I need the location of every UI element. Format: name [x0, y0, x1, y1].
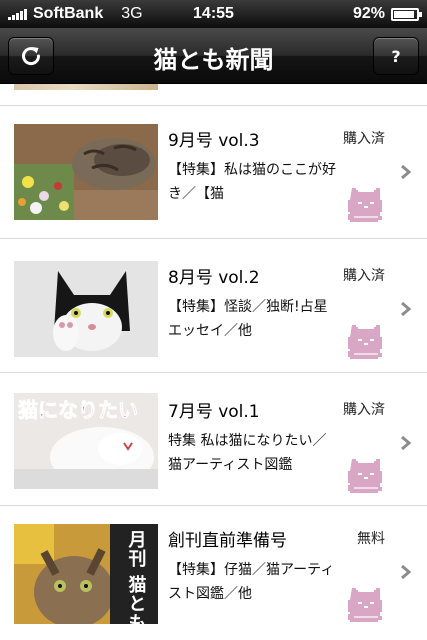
thumbnail-caption: 月刊 猫とも新 [126, 530, 148, 624]
refresh-icon [22, 47, 41, 66]
refresh-button[interactable] [8, 37, 54, 75]
issue-summary: 【特集】仔猫／猫アーティスト図鑑／他 [168, 562, 335, 602]
issue-thumbnail: 月刊 猫とも新 [14, 524, 158, 624]
thumbnail-caption: 猫になりたい [18, 398, 138, 422]
issue-row-vol2[interactable]: 8月号 vol.2 購入済 【特集】怪談／独断!占星エッセイ／他 [0, 239, 427, 371]
issue-summary: 特集 私は猫になりたい／猫アーティスト図鑑 [168, 433, 327, 473]
help-button[interactable]: ? [373, 37, 419, 75]
purchase-status: 無料 [357, 531, 385, 547]
cat-badge-icon [344, 182, 388, 226]
issue-row-vol3[interactable]: 9月号 vol.3 購入済 【特集】私は猫のここが好き／【猫 [0, 106, 427, 238]
purchase-status: 購入済 [343, 131, 385, 147]
cat-badge-icon [344, 319, 388, 363]
chevron-right-icon [401, 435, 412, 451]
battery-icon [391, 7, 422, 21]
issue-row-vol1[interactable]: 猫になりたい 7月号 vol.1 購入済 特集 私は猫になりたい／猫アーティスト… [0, 373, 427, 505]
cat-badge-icon [344, 582, 388, 626]
status-bar: SoftBank 3G 14:55 92% [0, 0, 427, 28]
issue-summary: 【特集】怪談／独断!占星エッセイ／他 [168, 299, 328, 339]
issue-title: 8月号 vol.2 [168, 268, 260, 288]
issue-list[interactable]: 9月号 vol.3 購入済 【特集】私は猫のここが好き／【猫 8月号 vol.2… [0, 84, 427, 640]
navigation-bar: 猫とも新聞 ? [0, 28, 427, 84]
issue-summary: 【特集】私は猫のここが好き／【猫 [168, 162, 336, 202]
battery-info: 92% [352, 5, 422, 23]
purchase-status: 購入済 [343, 402, 385, 418]
chevron-right-icon [401, 164, 412, 180]
chevron-right-icon [401, 301, 412, 317]
cat-badge-icon [344, 453, 388, 497]
issue-title: 9月号 vol.3 [168, 131, 260, 151]
page-title: 猫とも新聞 [153, 46, 274, 74]
issue-row-preview[interactable]: 月刊 猫とも新 創刊直前準備号 無料 【特集】仔猫／猫アーティスト図鑑／他 [0, 506, 427, 638]
purchase-status: 購入済 [343, 268, 385, 284]
battery-percent: 92% [352, 5, 385, 22]
previous-item-thumbnail [14, 84, 158, 90]
help-label: ? [391, 46, 401, 66]
issue-title: 7月号 vol.1 [168, 402, 260, 422]
issue-thumbnail [14, 124, 158, 220]
issue-thumbnail: 猫になりたい [14, 393, 158, 489]
chevron-right-icon [401, 564, 412, 580]
issue-title: 創刊直前準備号 [168, 531, 287, 551]
issue-thumbnail [14, 261, 158, 357]
